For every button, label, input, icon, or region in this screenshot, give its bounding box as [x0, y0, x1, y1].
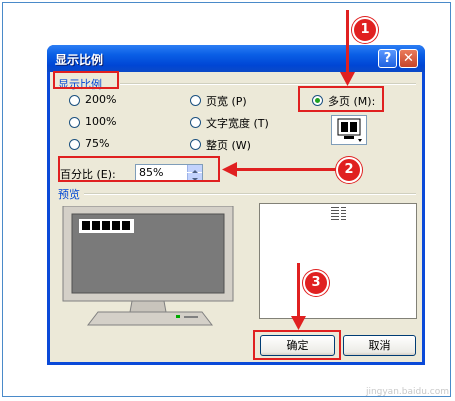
callout-1-arrow-line [346, 10, 349, 74]
percent-highlight [58, 156, 220, 182]
preview-section-label: 预览 [58, 188, 80, 201]
radio-75-label: 75% [85, 137, 110, 150]
monitor-preview-illustration [62, 206, 234, 326]
title-bar[interactable]: 显示比例 ? ✕ [47, 45, 425, 72]
page-thumbnail [341, 207, 346, 221]
multi-page-picker-button[interactable] [331, 115, 367, 145]
radio-page-width-label: 页宽 (P) [206, 95, 247, 108]
radio-whole-page-label: 整页 (W) [206, 139, 251, 152]
dialog-client: 显示比例 200% 100% 75% 页宽 (P) 文字宽度 (T) 整页 (W… [50, 72, 422, 362]
callout-2-arrow-line [236, 168, 336, 171]
page-preview-area [259, 203, 417, 319]
radio-200-label: 200% [85, 93, 117, 106]
dialog-title: 显示比例 [55, 53, 104, 67]
radio-100-label: 100% [85, 115, 117, 128]
callout-1-arrow-head [340, 72, 355, 86]
zoom-section-separator [120, 83, 416, 85]
callout-2-arrow-head [222, 162, 237, 177]
radio-75[interactable] [69, 139, 80, 150]
close-icon[interactable]: ✕ [399, 49, 418, 68]
cancel-button[interactable]: 取消 [343, 335, 416, 356]
preview-section-separator [84, 193, 416, 195]
radio-text-width[interactable] [190, 117, 201, 128]
callout-3-badge: 3 [303, 270, 329, 296]
watermark: jingyan.baidu.com [365, 387, 449, 397]
help-icon[interactable]: ? [378, 49, 397, 68]
callout-1-badge: 1 [352, 17, 378, 43]
radio-whole-page[interactable] [190, 139, 201, 150]
callout-3-arrow-head [291, 316, 306, 330]
radio-200[interactable] [69, 95, 80, 106]
page-thumbnail [331, 207, 339, 221]
callout-2-badge: 2 [336, 157, 362, 183]
radio-page-width[interactable] [190, 95, 201, 106]
radio-text-width-label: 文字宽度 (T) [206, 117, 269, 130]
monitor-pages-icon [337, 118, 362, 142]
radio-100[interactable] [69, 117, 80, 128]
multi-page-highlight [298, 86, 384, 112]
ok-button-highlight [253, 330, 341, 360]
callout-3-arrow-line [297, 263, 300, 319]
zoom-label-highlight [53, 71, 119, 89]
